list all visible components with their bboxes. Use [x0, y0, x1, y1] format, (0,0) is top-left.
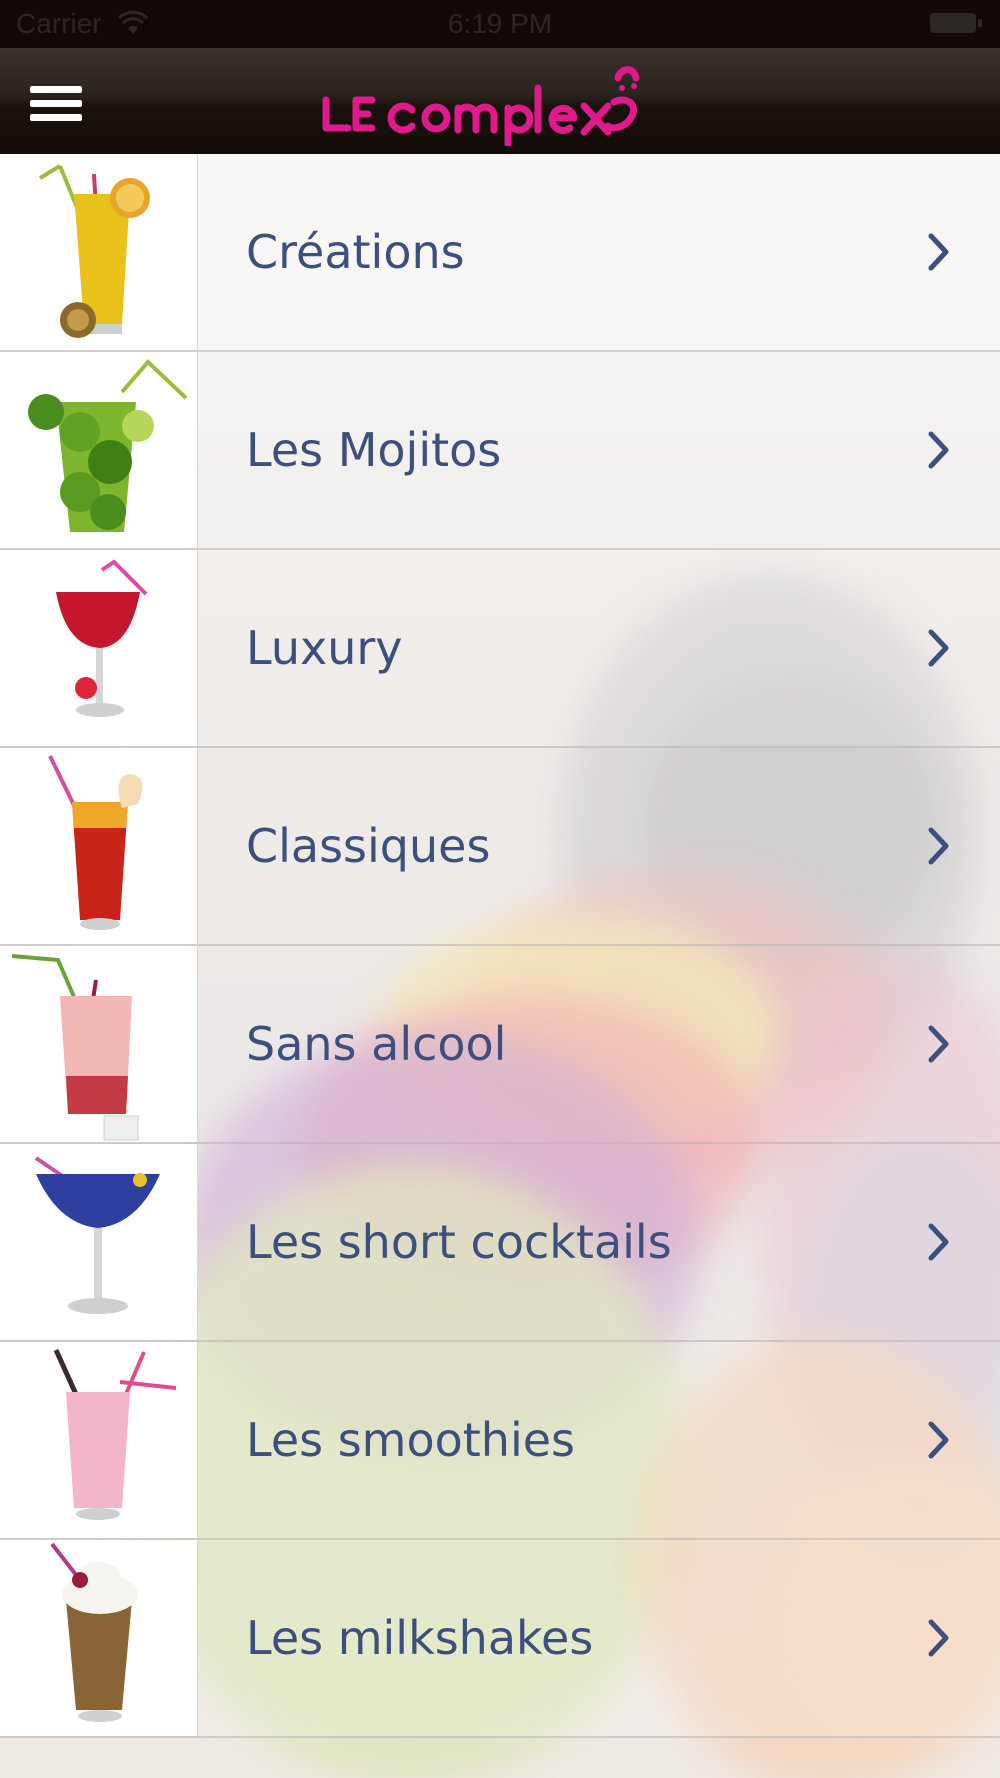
chevron-right-icon: [928, 827, 949, 865]
list-item-milkshakes[interactable]: Les milkshakes: [0, 1540, 1000, 1738]
chevron-right-icon: [928, 1025, 949, 1063]
list-item-classiques[interactable]: Classiques: [0, 748, 1000, 946]
item-label: Les milkshakes: [246, 1611, 594, 1665]
hamburger-line-icon: [30, 86, 82, 93]
le-complex-logo: [322, 66, 640, 146]
item-label: Créations: [246, 225, 465, 279]
chevron-right-icon: [928, 1223, 949, 1261]
cocktail-thumbnail: [0, 550, 198, 746]
battery-icon: [930, 13, 982, 35]
list-item-mojitos[interactable]: Les Mojitos: [0, 352, 1000, 550]
list-item-luxury[interactable]: Luxury: [0, 550, 1000, 748]
chevron-right-icon: [928, 431, 949, 469]
cocktail-thumbnail: [0, 1540, 198, 1736]
nav-bar: [0, 48, 1000, 154]
cocktail-thumbnail: [0, 946, 198, 1142]
item-label: Sans alcool: [246, 1017, 507, 1071]
hamburger-menu-button[interactable]: [24, 78, 90, 128]
item-label: Les Mojitos: [246, 423, 502, 477]
cocktail-thumbnail: [0, 1144, 198, 1340]
list-item-sans-alcool[interactable]: Sans alcool: [0, 946, 1000, 1144]
item-label: Les smoothies: [246, 1413, 576, 1467]
hamburger-line-icon: [30, 100, 82, 107]
list-item-short-cocktails[interactable]: Les short cocktails: [0, 1144, 1000, 1342]
item-label: Les short cocktails: [246, 1215, 672, 1269]
hamburger-line-icon: [30, 114, 82, 121]
cocktail-thumbnail: [0, 748, 198, 944]
item-label: Classiques: [246, 819, 491, 873]
status-bar: Carrier 6:19 PM: [0, 0, 1000, 48]
list-item-smoothies[interactable]: Les smoothies: [0, 1342, 1000, 1540]
cocktail-thumbnail: [0, 154, 198, 350]
chevron-right-icon: [928, 233, 949, 271]
list-item-creations[interactable]: Créations: [0, 154, 1000, 352]
status-time: 6:19 PM: [447, 8, 553, 39]
cocktail-thumbnail: [0, 1342, 198, 1538]
cocktail-thumbnail: [0, 352, 198, 548]
chevron-right-icon: [928, 1421, 949, 1459]
chevron-right-icon: [928, 629, 949, 667]
chevron-right-icon: [928, 1619, 949, 1657]
item-label: Luxury: [246, 621, 403, 675]
